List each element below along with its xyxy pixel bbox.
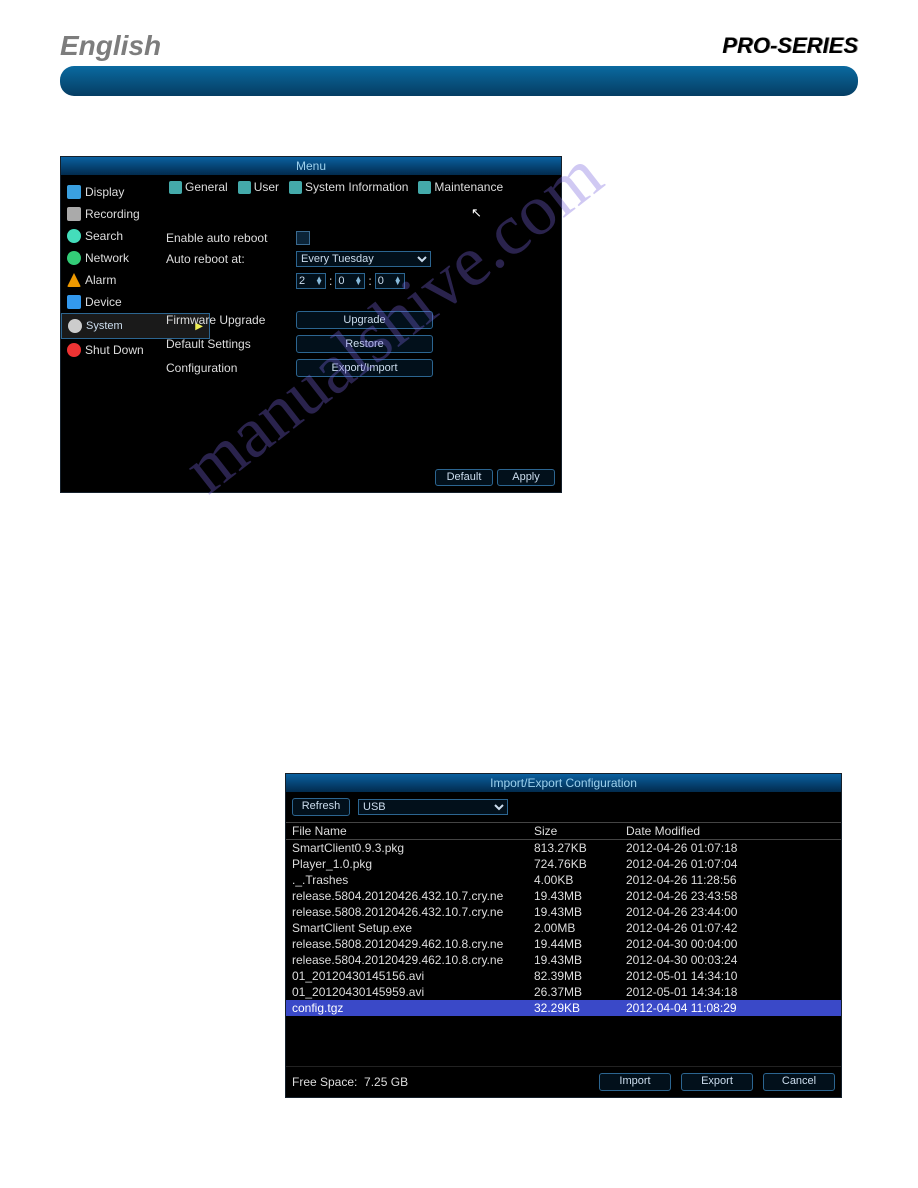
col-size[interactable]: Size <box>528 823 620 840</box>
table-row[interactable]: Player_1.0.pkg724.76KB2012-04-26 01:07:0… <box>286 856 841 872</box>
tab-system-information[interactable]: System Information <box>286 179 411 195</box>
tab-maintenance[interactable]: Maintenance <box>415 179 506 195</box>
col-file-name[interactable]: File Name <box>286 823 528 840</box>
table-row[interactable]: config.tgz32.29KB2012-04-04 11:08:29 <box>286 1000 841 1016</box>
sidebar-item-alarm[interactable]: Alarm <box>61 269 156 291</box>
sidebar-item-search[interactable]: Search <box>61 225 156 247</box>
default-button[interactable]: Default <box>435 469 493 486</box>
sidebar-label: Alarm <box>85 273 116 287</box>
table-row[interactable]: ._.Trashes4.00KB2012-04-26 11:28:56 <box>286 872 841 888</box>
free-space-label: Free Space: 7.25 GB <box>292 1075 589 1089</box>
table-row[interactable]: release.5808.20120429.462.10.8.cry.ne19.… <box>286 936 841 952</box>
col-date-modified[interactable]: Date Modified <box>620 823 841 840</box>
tab-user[interactable]: User <box>235 179 282 195</box>
import-button[interactable]: Import <box>599 1073 671 1091</box>
export-button[interactable]: Export <box>681 1073 753 1091</box>
series-label: PRO-SERIES <box>722 33 858 59</box>
cancel-button[interactable]: Cancel <box>763 1073 835 1091</box>
import-export-title-bar: Import/Export Configuration <box>286 774 841 792</box>
sidebar-label: Display <box>85 185 124 199</box>
upgrade-button[interactable]: Upgrade <box>296 311 433 329</box>
sidebar-label: Search <box>85 229 123 243</box>
menu-main-panel: General User System Information Maintena… <box>156 175 561 463</box>
spinner-arrows-icon: ▲▼ <box>315 277 323 285</box>
auto-reboot-day-select[interactable]: Every Tuesday <box>296 251 431 267</box>
restore-button[interactable]: Restore <box>296 335 433 353</box>
device-select[interactable]: USB <box>358 799 508 815</box>
sidebar-label: Network <box>85 251 129 265</box>
sidebar-label: Recording <box>85 207 140 221</box>
menu-window: Menu Display Recording Search Network Al… <box>60 156 562 493</box>
second-spinner[interactable]: 0▲▼ <box>375 273 405 289</box>
table-row[interactable]: release.5804.20120429.462.10.8.cry.ne19.… <box>286 952 841 968</box>
spinner-arrows-icon: ▲▼ <box>394 277 402 285</box>
apply-button[interactable]: Apply <box>497 469 555 486</box>
header-divider-bar <box>60 66 858 96</box>
tab-bar: General User System Information Maintena… <box>166 175 551 209</box>
export-import-button[interactable]: Export/Import <box>296 359 433 377</box>
sidebar-item-network[interactable]: Network <box>61 247 156 269</box>
page-header: English PRO-SERIES <box>60 30 858 62</box>
refresh-button[interactable]: Refresh <box>292 798 350 816</box>
table-row[interactable]: 01_20120430145959.avi26.37MB2012-05-01 1… <box>286 984 841 1000</box>
table-row[interactable]: 01_20120430145156.avi82.39MB2012-05-01 1… <box>286 968 841 984</box>
file-table: File Name Size Date Modified SmartClient… <box>286 822 841 1016</box>
table-row[interactable]: release.5804.20120426.432.10.7.cry.ne19.… <box>286 888 841 904</box>
auto-reboot-at-label: Auto reboot at: <box>166 252 296 266</box>
enable-auto-reboot-label: Enable auto reboot <box>166 231 296 245</box>
menu-title-bar: Menu <box>61 157 561 175</box>
menu-sidebar: Display Recording Search Network Alarm D… <box>61 175 156 463</box>
tab-general[interactable]: General <box>166 179 231 195</box>
sidebar-item-shutdown[interactable]: Shut Down <box>61 339 156 361</box>
language-label: English <box>60 30 161 62</box>
minute-spinner[interactable]: 0▲▼ <box>335 273 365 289</box>
enable-auto-reboot-checkbox[interactable] <box>296 231 310 245</box>
configuration-label: Configuration <box>166 361 296 375</box>
table-row[interactable]: SmartClient Setup.exe2.00MB2012-04-26 01… <box>286 920 841 936</box>
hour-spinner[interactable]: 2▲▼ <box>296 273 326 289</box>
sidebar-label: System <box>86 320 123 332</box>
mouse-cursor-icon: ↖ <box>471 205 856 221</box>
table-row[interactable]: SmartClient0.9.3.pkg813.27KB2012-04-26 0… <box>286 840 841 857</box>
sidebar-item-device[interactable]: Device <box>61 291 156 313</box>
sidebar-item-display[interactable]: Display <box>61 181 156 203</box>
table-row[interactable]: release.5808.20120426.432.10.7.cry.ne19.… <box>286 904 841 920</box>
firmware-upgrade-label: Firmware Upgrade <box>166 313 296 327</box>
spinner-arrows-icon: ▲▼ <box>354 277 362 285</box>
import-export-window: Import/Export Configuration Refresh USB … <box>285 773 842 1098</box>
sidebar-label: Device <box>85 295 122 309</box>
default-settings-label: Default Settings <box>166 337 296 351</box>
sidebar-label: Shut Down <box>85 343 144 357</box>
sidebar-item-recording[interactable]: Recording <box>61 203 156 225</box>
